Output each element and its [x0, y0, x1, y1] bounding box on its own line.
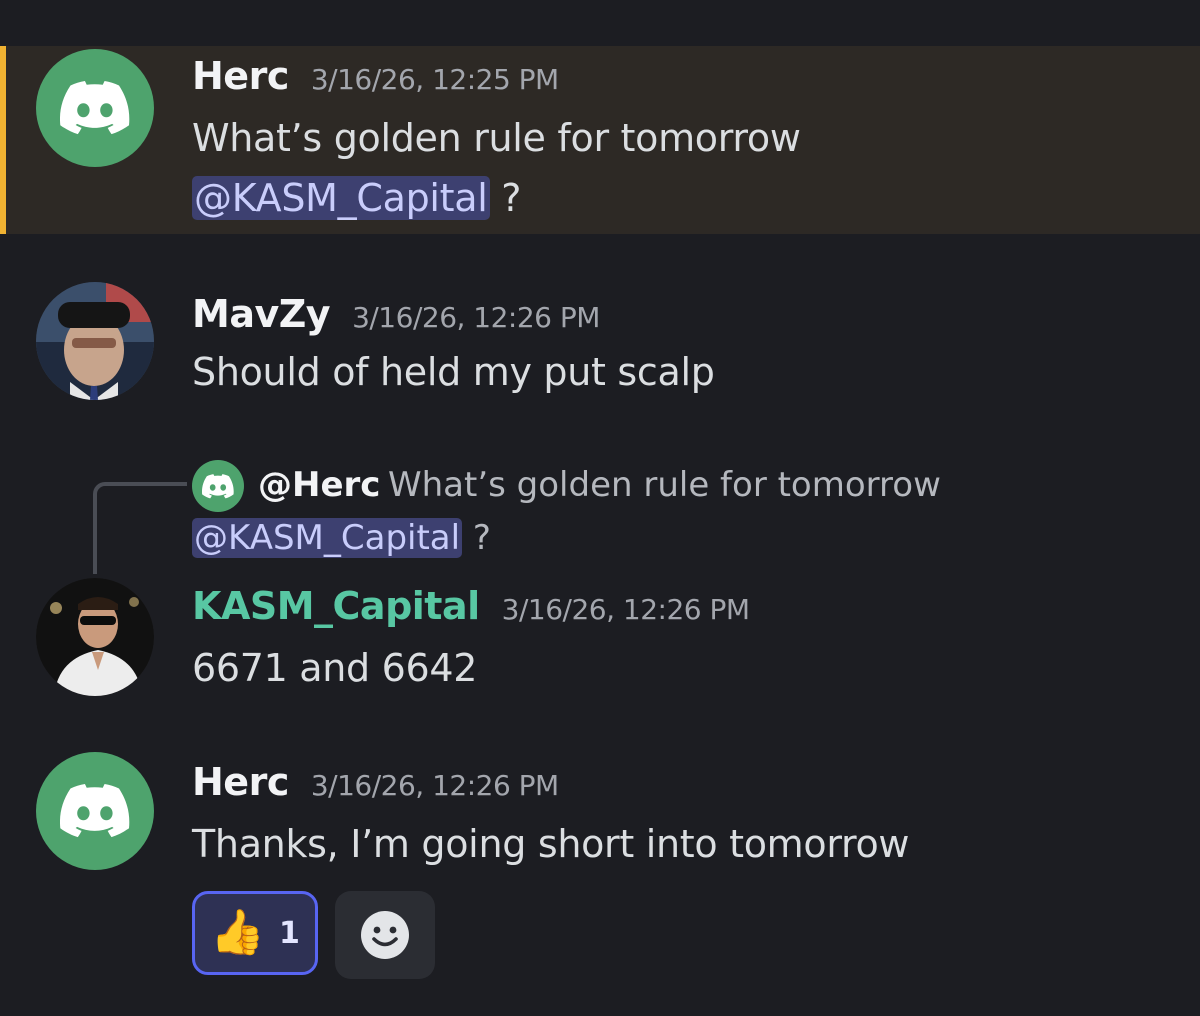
message-header: Herc 3/16/26, 12:25 PM: [192, 54, 559, 98]
message-header: KASM_Capital 3/16/26, 12:26 PM: [192, 584, 750, 628]
timestamp: 3/16/26, 12:26 PM: [501, 593, 750, 626]
username[interactable]: Herc: [192, 760, 289, 804]
reply-preview-text[interactable]: What’s golden rule for tomorrow: [388, 458, 941, 512]
discord-logo-icon: [60, 784, 130, 838]
message-kasm: KASM_Capital 3/16/26, 12:26 PM 6671 and 6…: [0, 576, 1200, 700]
avatar[interactable]: [36, 578, 154, 696]
timestamp: 3/16/26, 12:25 PM: [310, 63, 559, 96]
message-herc-1: Herc 3/16/26, 12:25 PM What’s golden rule…: [0, 46, 1200, 234]
add-reaction-button[interactable]: [335, 891, 435, 979]
avatar[interactable]: [36, 49, 154, 167]
message-content: Thanks, I’m going short into tomorrow: [192, 814, 910, 874]
message-content: What’s golden rule for tomorrow @KASM_Ca…: [192, 108, 801, 228]
message-header: MavZy 3/16/26, 12:26 PM: [192, 292, 600, 336]
message-herc-2: Herc 3/16/26, 12:26 PM Thanks, I’m going …: [0, 752, 1200, 992]
thumbs-up-icon: 👍: [210, 907, 265, 958]
avatar[interactable]: [36, 752, 154, 870]
reaction-thumbs-up[interactable]: 👍 1: [192, 891, 318, 975]
top-strip: [0, 0, 1200, 46]
smiley-face-icon: [361, 911, 409, 959]
reaction-count: 1: [278, 915, 300, 951]
discord-logo-icon: [60, 81, 130, 135]
message-header: Herc 3/16/26, 12:26 PM: [192, 760, 559, 804]
reply-suffix: ?: [462, 518, 491, 558]
message-text-line: @KASM_Capital ?: [192, 168, 801, 228]
avatar[interactable]: [36, 282, 154, 400]
message-content: Should of held my put scalp: [192, 342, 715, 402]
reply-connector: [93, 482, 187, 574]
reply-avatar[interactable]: [192, 460, 244, 512]
message-text-line: Thanks, I’m going short into tomorrow: [192, 822, 910, 866]
timestamp: 3/16/26, 12:26 PM: [352, 301, 600, 334]
timestamp: 3/16/26, 12:26 PM: [310, 769, 559, 802]
user-photo: [36, 578, 154, 696]
discord-logo-icon: [202, 473, 234, 498]
user-mention[interactable]: @KASM_Capital: [192, 176, 490, 220]
reply-preview-line[interactable]: @KASM_Capital ?: [192, 512, 491, 564]
message-text-line: What’s golden rule for tomorrow: [192, 116, 801, 160]
message-suffix: ?: [489, 176, 522, 220]
message-text-line: 6671 and 6642: [192, 646, 478, 690]
username[interactable]: MavZy: [192, 292, 331, 336]
message-mavzy: MavZy 3/16/26, 12:26 PM Should of held my…: [0, 280, 1200, 410]
username[interactable]: Herc: [192, 54, 289, 98]
user-photo: [36, 282, 154, 400]
message-content: 6671 and 6642: [192, 638, 477, 698]
message-text-line: Should of held my put scalp: [192, 350, 715, 394]
reply-username[interactable]: @Herc: [258, 458, 380, 512]
user-mention[interactable]: @KASM_Capital: [192, 518, 463, 558]
username[interactable]: KASM_Capital: [192, 584, 480, 628]
